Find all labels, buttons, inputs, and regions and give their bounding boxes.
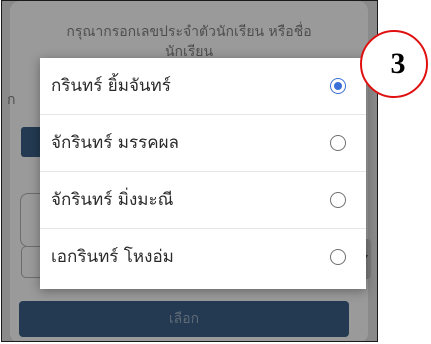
search-hint-text: กรุณากรอกเลขประจำตัวนักเรียน หรือชื่อ นั… bbox=[10, 23, 368, 61]
app-screen: กรุณากรอกเลขประจำตัวนักเรียน หรือชื่อ นั… bbox=[1, 0, 378, 342]
background-dropdown bbox=[21, 246, 42, 278]
student-option-3[interactable]: เอกรินทร์ โหงอ่ม bbox=[40, 229, 366, 286]
student-option-label: จักรินทร์ มรรคผล bbox=[51, 133, 179, 153]
radio-button[interactable] bbox=[330, 135, 346, 151]
radio-button[interactable] bbox=[330, 249, 346, 265]
student-option-label: จักรินทร์ มิ่งมะณี bbox=[51, 190, 174, 210]
student-option-0[interactable]: กรินทร์ ยิ้มจันทร์ bbox=[40, 58, 366, 115]
select-button[interactable]: เลือก bbox=[19, 301, 349, 337]
background-result-box bbox=[20, 193, 41, 247]
student-picker-dialog: กรินทร์ ยิ้มจันทร์ จักรินทร์ มรรคผล จักร… bbox=[40, 58, 366, 289]
radio-button[interactable] bbox=[330, 192, 346, 208]
student-option-label: กรินทร์ ยิ้มจันทร์ bbox=[51, 76, 171, 96]
background-search-button bbox=[21, 127, 41, 157]
student-option-label: เอกรินทร์ โหงอ่ม bbox=[51, 247, 174, 267]
student-option-1[interactable]: จักรินทร์ มรรคผล bbox=[40, 115, 366, 172]
background-label-fragment: ก bbox=[7, 92, 16, 108]
search-hint-line1: กรุณากรอกเลขประจำตัวนักเรียน หรือชื่อ bbox=[66, 24, 312, 40]
radio-button[interactable] bbox=[330, 78, 346, 94]
step-annotation-number: 3 bbox=[390, 47, 406, 80]
step-annotation-circle: 3 bbox=[360, 30, 428, 98]
student-option-2[interactable]: จักรินทร์ มิ่งมะณี bbox=[40, 172, 366, 229]
